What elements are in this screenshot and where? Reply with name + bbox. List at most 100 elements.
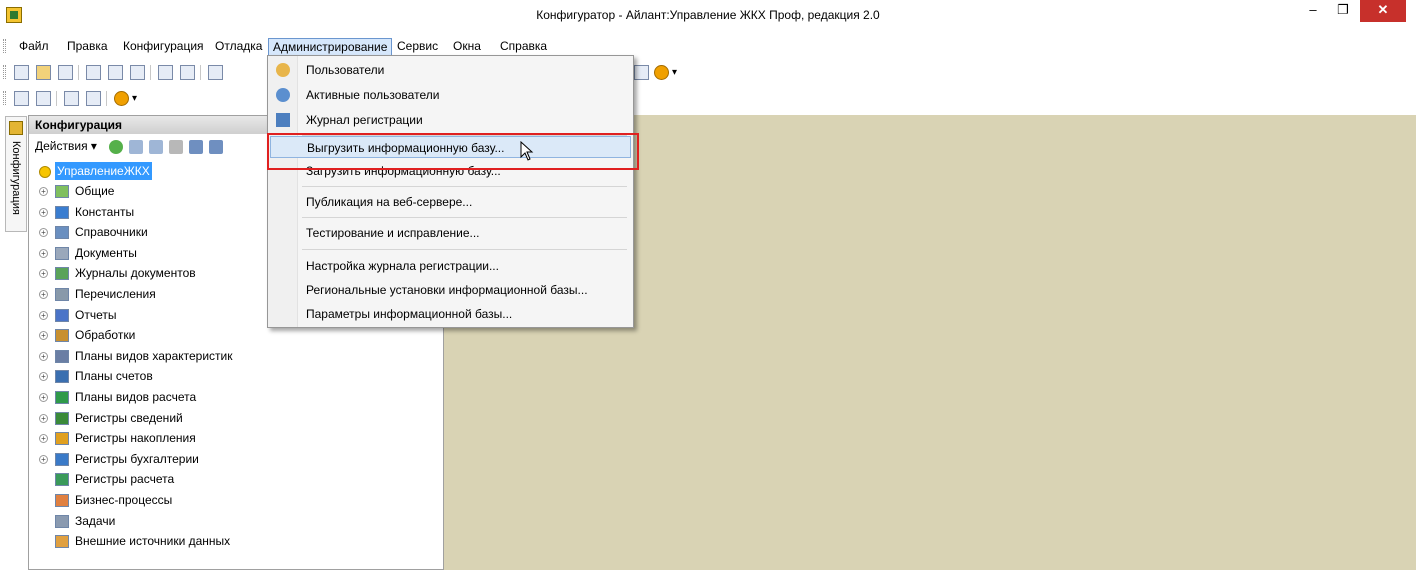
toolbar-separator — [56, 91, 57, 106]
expand-icon[interactable]: + — [39, 207, 48, 217]
tree-item-label: Задачи — [75, 513, 116, 528]
expand-icon[interactable]: + — [39, 331, 48, 341]
paste-icon[interactable] — [130, 65, 145, 80]
reports-icon — [55, 308, 69, 322]
tree-item[interactable]: + Регистры сведений — [29, 409, 443, 429]
edit-icon[interactable] — [129, 140, 143, 154]
tree-item[interactable]: + Планы видов характеристик — [29, 347, 443, 367]
toolbar-separator — [106, 91, 107, 106]
run-debug-icon[interactable] — [114, 91, 129, 106]
business-processes-icon — [55, 494, 69, 507]
tree-item-label: Регистры накопления — [75, 431, 196, 446]
tree-item-label: Регистры расчета — [75, 472, 175, 487]
copy-icon[interactable] — [108, 65, 123, 80]
tree-item-label: Отчеты — [75, 307, 117, 322]
tree-item[interactable]: + Планы счетов — [29, 367, 443, 387]
tree-item-label: Обработки — [75, 328, 136, 343]
tree-item[interactable]: + Обработки — [29, 326, 443, 346]
menu-configuration[interactable]: Конфигурация — [119, 38, 208, 56]
enums-icon — [55, 288, 69, 301]
open-icon[interactable] — [36, 65, 51, 80]
book-icon[interactable] — [634, 65, 649, 80]
expand-icon[interactable]: + — [39, 454, 48, 464]
menu-file[interactable]: Файл — [15, 38, 53, 56]
expand-icon[interactable]: + — [39, 248, 48, 258]
menu-item-active-users[interactable]: Активные пользователи — [270, 84, 631, 106]
menu-debug[interactable]: Отладка — [211, 38, 266, 56]
toolbar-separator — [78, 65, 79, 80]
tasks-icon — [55, 514, 69, 528]
menu-help[interactable]: Справка — [496, 38, 551, 56]
document-journals-icon — [55, 267, 69, 281]
menu-item-event-log[interactable]: Журнал регистрации — [270, 109, 631, 131]
menu-edit[interactable]: Правка — [63, 38, 112, 56]
tree-item[interactable]: + Регистры накопления — [29, 429, 443, 449]
tree-item[interactable]: Задачи — [29, 512, 443, 532]
menu-windows[interactable]: Окна — [449, 38, 485, 56]
active-users-icon — [276, 88, 290, 102]
print-icon[interactable] — [158, 65, 173, 80]
properties-icon[interactable] — [36, 91, 51, 106]
menu-item-event-log-settings[interactable]: Настройка журнала регистрации... — [270, 255, 631, 277]
add-icon[interactable] — [109, 140, 123, 154]
expand-icon[interactable]: + — [39, 290, 48, 299]
accumulation-registers-icon — [55, 432, 69, 446]
preview-icon[interactable] — [180, 65, 195, 80]
menu-service[interactable]: Сервис — [393, 38, 442, 56]
minimize-button[interactable]: – — [1300, 0, 1326, 22]
toolbar-grip[interactable] — [3, 65, 6, 79]
undo-icon[interactable] — [208, 65, 223, 80]
menubar-grip[interactable] — [3, 39, 6, 53]
info-icon[interactable] — [654, 65, 669, 80]
tree-item[interactable]: + Планы видов расчета — [29, 388, 443, 408]
users-icon — [276, 63, 290, 77]
expand-icon[interactable]: + — [39, 372, 48, 382]
database-icon[interactable] — [64, 91, 79, 106]
copy-item-icon[interactable] — [149, 140, 163, 154]
menu-bar: Файл Правка Конфигурация Отладка Админис… — [0, 36, 1416, 56]
tree-item[interactable]: Бизнес-процессы — [29, 491, 443, 511]
expand-icon[interactable]: + — [39, 228, 48, 238]
move-down-icon[interactable] — [209, 140, 223, 154]
move-up-icon[interactable] — [189, 140, 203, 154]
menu-item-infobase-parameters[interactable]: Параметры информационной базы... — [270, 303, 631, 325]
expand-icon[interactable]: + — [39, 393, 48, 402]
tree-item-label: Журналы документов — [75, 266, 196, 281]
menu-item-users[interactable]: Пользователи — [270, 59, 631, 81]
new-icon[interactable] — [14, 65, 29, 80]
table-icon[interactable] — [86, 91, 101, 106]
expand-icon[interactable]: + — [39, 187, 48, 196]
tree-item-label: Перечисления — [75, 287, 156, 301]
tree-item-label: Справочники — [75, 225, 148, 240]
tree-item-label: Планы счетов — [75, 369, 153, 384]
constants-icon — [55, 205, 69, 219]
expand-icon[interactable]: + — [39, 434, 48, 444]
delete-icon[interactable] — [169, 140, 183, 154]
expand-icon[interactable]: + — [39, 269, 48, 279]
menu-item-test-and-repair[interactable]: Тестирование и исправление... — [270, 222, 631, 244]
side-tab-label: Конфигурация — [10, 141, 22, 215]
chart-of-characteristic-types-icon — [55, 349, 69, 363]
toolbar-chevron-down-icon[interactable]: ▾ — [132, 93, 147, 108]
tree-item[interactable]: Регистры расчета — [29, 470, 443, 490]
mouse-cursor-icon — [520, 141, 534, 161]
close-button[interactable]: ✕ — [1360, 0, 1406, 22]
actions-button[interactable]: Действия ▾ — [35, 139, 97, 153]
tree-item[interactable]: Внешние источники данных — [29, 532, 443, 552]
menu-administration[interactable]: Администрирование — [268, 38, 393, 56]
menu-item-regional-settings[interactable]: Региональные установки информационной ба… — [270, 279, 631, 301]
cut-icon[interactable] — [86, 65, 101, 80]
toolbar-grip[interactable] — [3, 91, 6, 105]
configuration-side-tab[interactable]: Конфигурация — [5, 116, 27, 232]
common-icon — [55, 185, 69, 198]
expand-icon[interactable]: + — [39, 351, 48, 361]
data-processors-icon — [55, 329, 69, 343]
tree-item[interactable]: + Регистры бухгалтерии — [29, 450, 443, 470]
expand-icon[interactable]: + — [39, 413, 48, 423]
expand-icon[interactable]: + — [39, 310, 48, 320]
toolbar-chevron-down-icon[interactable]: ▾ — [672, 67, 687, 82]
save-icon[interactable] — [58, 65, 73, 80]
config-window-icon[interactable] — [14, 91, 29, 106]
maximize-button[interactable]: ❐ — [1330, 0, 1356, 22]
menu-item-web-publishing[interactable]: Публикация на веб-сервере... — [270, 191, 631, 213]
